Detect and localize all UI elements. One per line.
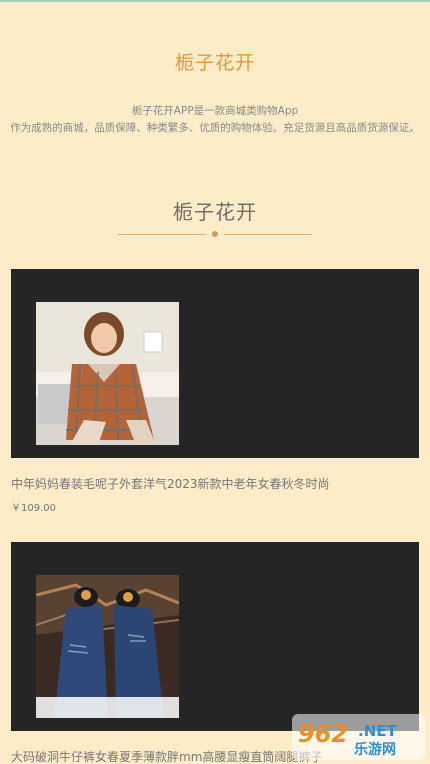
watermark-logo: 962 .NET 乐游网 <box>292 714 426 760</box>
product-image-frame[interactable] <box>11 542 419 731</box>
product-price: ￥109.00 <box>11 503 56 514</box>
product-photo-coat[interactable] <box>36 302 179 445</box>
description-line-2: 作为成熟的商城，品质保障、种类繁多、优质的购物体验。充足货源且高品质货源保证。 <box>10 122 420 134</box>
app-title: 栀子花开 <box>174 52 255 74</box>
section-title: 栀子花开 <box>173 200 257 224</box>
product-photo-jeans[interactable] <box>36 575 179 718</box>
product-image-frame[interactable] <box>11 269 419 458</box>
watermark-number: 962 <box>298 720 348 748</box>
watermark-domain: .NET <box>358 722 397 740</box>
divider-line-right <box>224 234 312 235</box>
section-divider <box>118 229 312 239</box>
product-name[interactable]: 中年妈妈春装毛呢子外套洋气2023新款中老年女春秋冬时尚 <box>11 475 419 492</box>
watermark-site: 乐游网 <box>354 741 396 758</box>
description-line-1: 栀子花开APP是一款商城类购物App <box>131 105 299 117</box>
divider-dot <box>212 231 218 237</box>
divider-line-left <box>118 234 206 235</box>
app-description: 栀子花开APP是一款商城类购物App 作为成熟的商城，品质保障、种类繁多、优质的… <box>10 103 420 137</box>
product-card[interactable]: 中年妈妈春装毛呢子外套洋气2023新款中老年女春秋冬时尚 ￥109.00 <box>11 269 419 514</box>
top-accent-line <box>0 0 430 2</box>
